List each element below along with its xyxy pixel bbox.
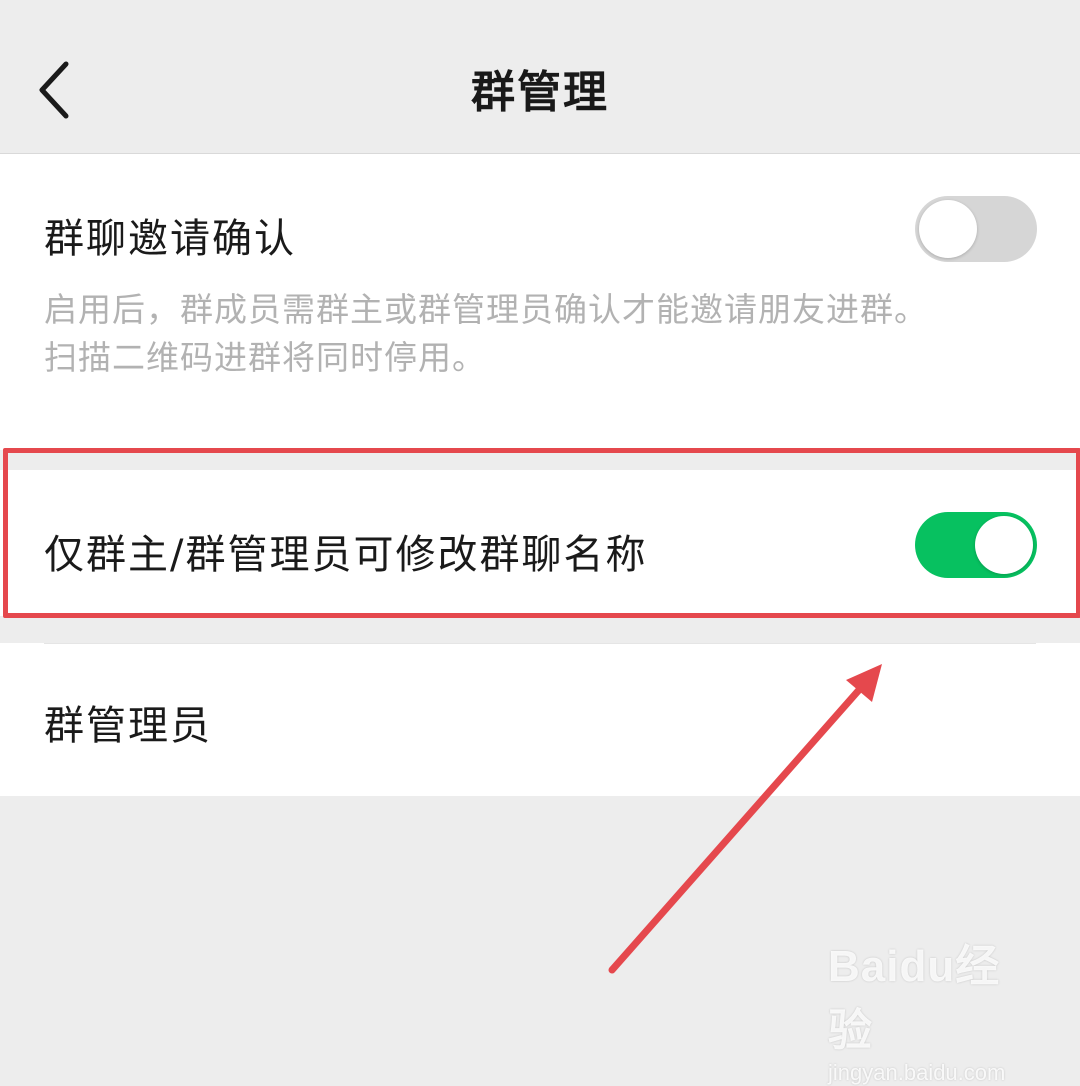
group-admins-label: 群管理员: [44, 703, 212, 749]
owner-admin-rename-toggle[interactable]: [915, 512, 1037, 578]
toggle-knob: [975, 516, 1033, 574]
navigation-bar: 群管理: [0, 14, 1080, 154]
invite-confirm-description: 启用后，群成员需群主或群管理员确认才能邀请朋友进群。 扫描二维码进群将同时停用。: [44, 286, 1044, 382]
description-line-2: 扫描二维码进群将同时停用。: [44, 338, 486, 377]
row-divider: [44, 643, 1036, 644]
watermark-url: jingyan.baidu.com: [828, 1060, 1006, 1085]
status-bar: [0, 0, 1080, 14]
page-title: 群管理: [471, 67, 609, 118]
description-line-1: 启用后，群成员需群主或群管理员确认才能邀请朋友进群。: [44, 290, 928, 329]
owner-admin-rename-row[interactable]: 仅群主/群管理员可修改群聊名称: [0, 470, 1080, 616]
owner-admin-rename-label: 仅群主/群管理员可修改群聊名称: [44, 532, 648, 578]
baidu-watermark: Baidu经验 jingyan.baidu.com: [828, 930, 1028, 1085]
invite-confirm-toggle[interactable]: [915, 196, 1037, 262]
group-admins-row[interactable]: 群管理员: [0, 643, 1080, 796]
toggle-knob: [919, 200, 977, 258]
invite-confirm-section: 群聊邀请确认 启用后，群成员需群主或群管理员确认才能邀请朋友进群。 扫描二维码进…: [0, 154, 1080, 450]
invite-confirm-label: 群聊邀请确认: [44, 216, 296, 262]
watermark-logo: Baidu经验: [828, 942, 1001, 1055]
